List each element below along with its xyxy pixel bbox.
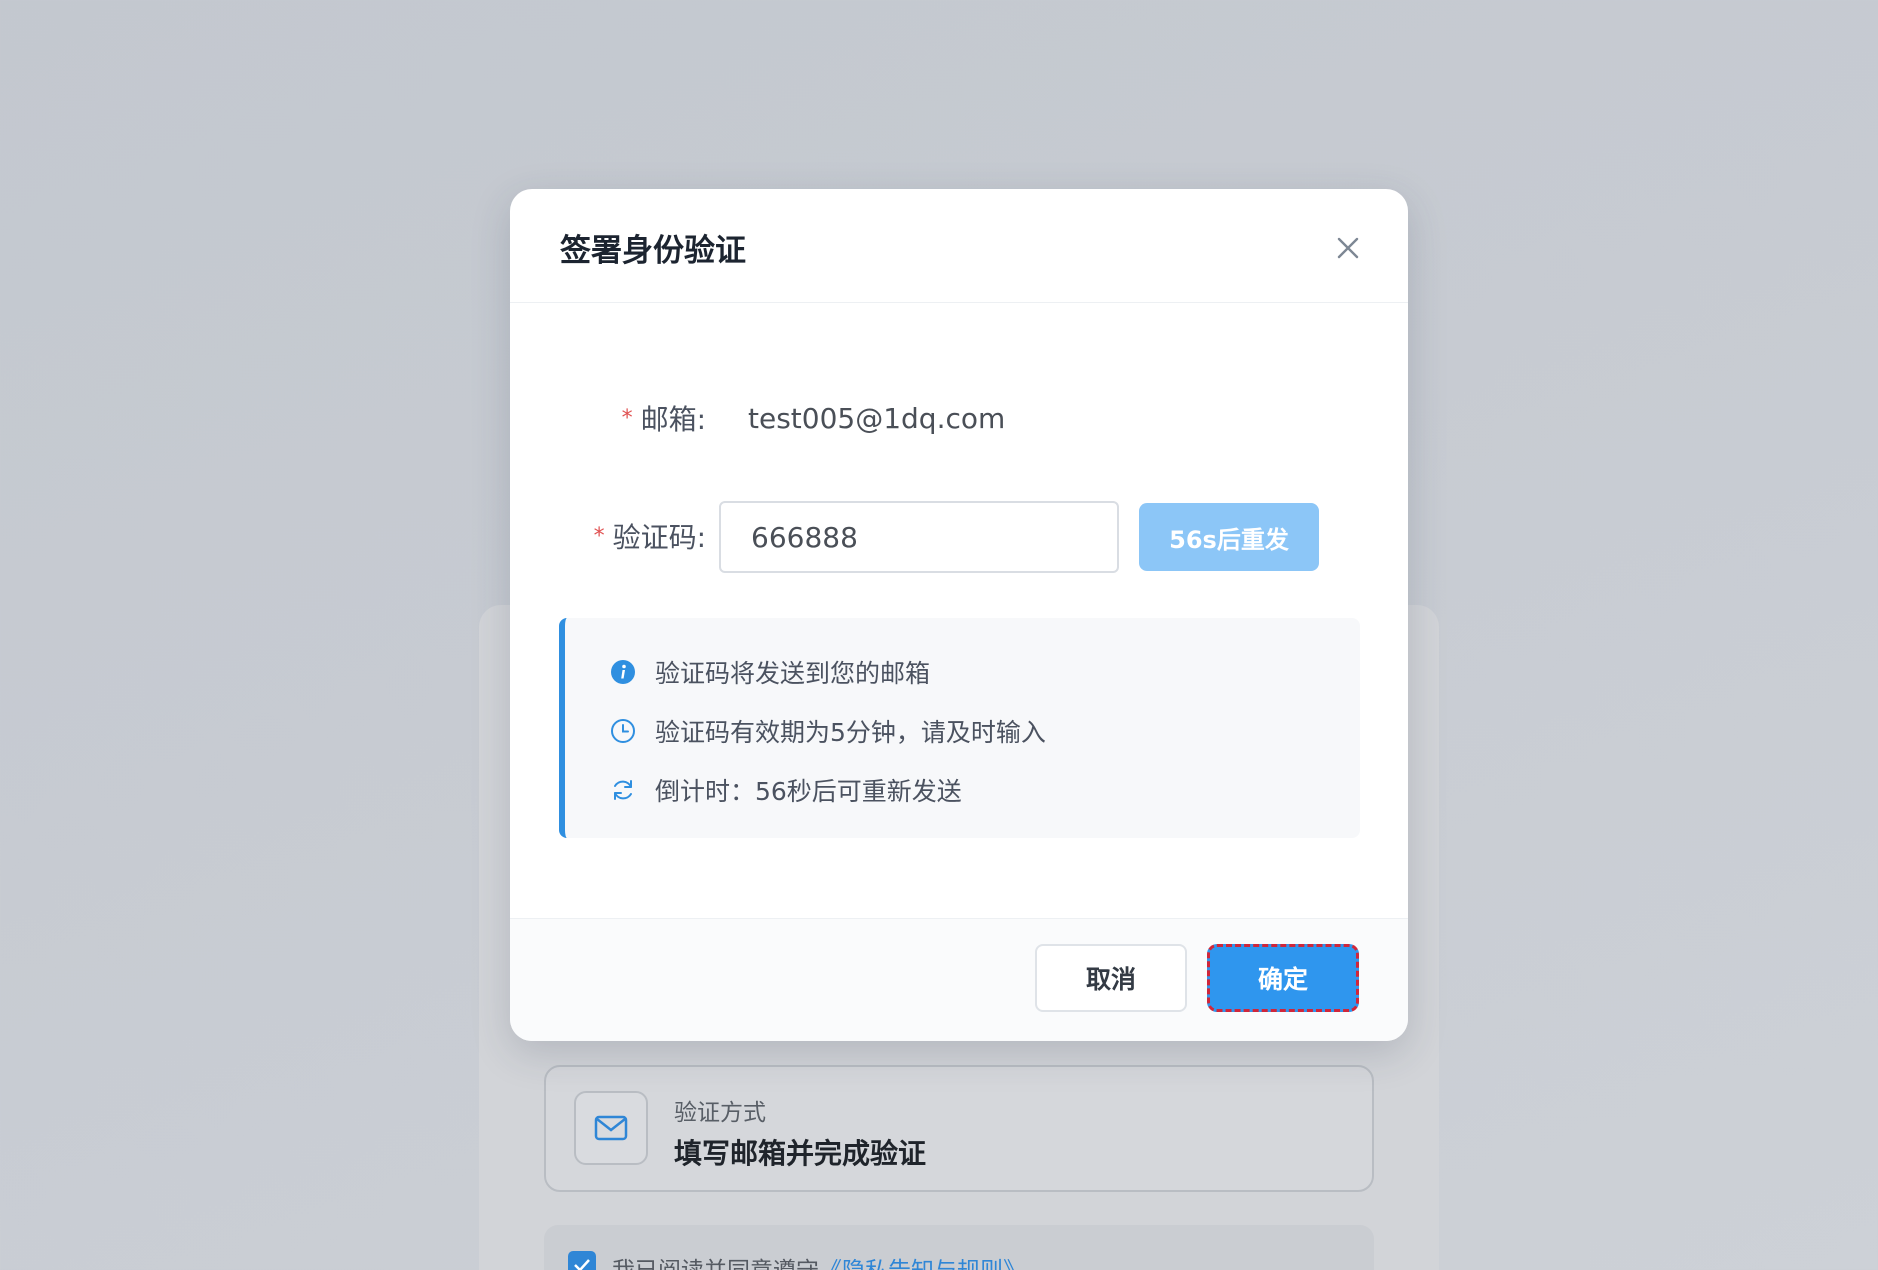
verification-code-input[interactable] <box>719 501 1119 573</box>
info-line-text: 倒计时：56秒后可重新发送 <box>655 777 962 806</box>
mail-icon <box>594 1115 628 1141</box>
info-icon <box>609 658 637 686</box>
privacy-rules-link[interactable]: 《隐私告知与规则》 <box>819 1258 1026 1270</box>
info-line: 倒计时：56秒后可重新发送 <box>609 770 962 810</box>
cancel-button[interactable]: 取消 <box>1035 944 1187 1012</box>
required-star: * <box>593 524 605 549</box>
check-icon <box>574 1259 590 1270</box>
identity-verification-dialog: 签署身份验证 * 邮箱: test005@1dq.com * 验证码: 56s后重发 <box>510 189 1408 1041</box>
verification-method-label: 验证方式 <box>674 1100 766 1126</box>
agreement-text: 我已阅读并同意遵守《隐私告知与规则》 <box>612 1251 1026 1270</box>
verification-method-card[interactable]: 验证方式 填写邮箱并完成验证 <box>544 1065 1374 1192</box>
close-icon <box>1337 237 1359 259</box>
email-row: * 邮箱: test005@1dq.com <box>510 383 1408 455</box>
email-label: * 邮箱: <box>622 383 706 455</box>
dialog-footer: 取消 确定 <box>510 918 1408 1041</box>
code-row: * 验证码: 56s后重发 <box>510 501 1408 573</box>
refresh-icon <box>609 776 637 804</box>
code-label-text: 验证码: <box>612 521 706 554</box>
agreement-text-prefix: 我已阅读并同意遵守 <box>612 1258 819 1270</box>
info-line-text: 验证码有效期为5分钟，请及时输入 <box>655 718 1046 747</box>
info-line: 验证码将发送到您的邮箱 <box>609 652 930 692</box>
info-line-text: 验证码将发送到您的邮箱 <box>655 659 931 688</box>
agreement-checkbox[interactable] <box>568 1251 596 1270</box>
mail-icon-box <box>574 1091 648 1165</box>
dialog-title: 签署身份验证 <box>560 233 746 269</box>
clock-icon <box>609 717 637 745</box>
required-star: * <box>621 406 633 431</box>
resend-code-button[interactable]: 56s后重发 <box>1139 503 1319 571</box>
email-value: test005@1dq.com <box>748 402 1006 435</box>
close-button[interactable] <box>1326 226 1370 270</box>
info-line: 验证码有效期为5分钟，请及时输入 <box>609 711 1046 751</box>
agreement-row: 我已阅读并同意遵守《隐私告知与规则》 <box>544 1225 1374 1270</box>
code-label: * 验证码: <box>594 501 706 573</box>
info-notice-box: 验证码将发送到您的邮箱 验证码有效期为5分钟，请及时输入 倒计时：56秒后可重新… <box>559 618 1360 838</box>
dialog-header: 签署身份验证 <box>510 189 1408 303</box>
confirm-button[interactable]: 确定 <box>1207 944 1359 1012</box>
email-label-text: 邮箱: <box>640 403 706 436</box>
verification-method-value: 填写邮箱并完成验证 <box>674 1137 927 1170</box>
